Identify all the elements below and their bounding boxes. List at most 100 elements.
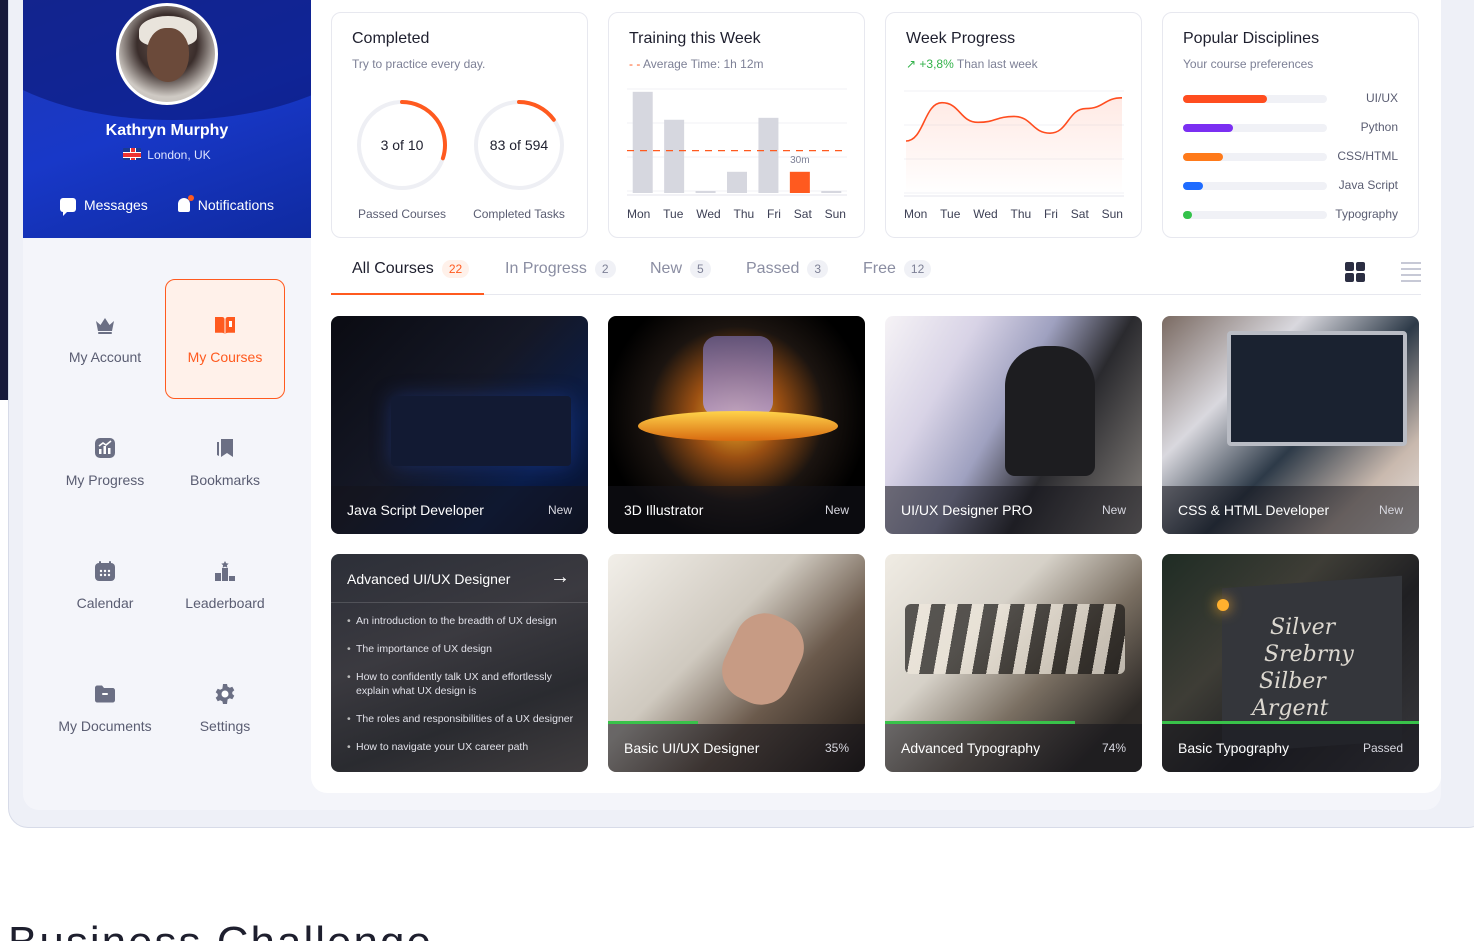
course-title: CSS & HTML Developer	[1178, 502, 1330, 518]
course-outline: An introduction to the breadth of UX des…	[347, 614, 574, 768]
tab-label: In Progress	[505, 260, 587, 277]
notifications-link[interactable]: Notifications	[177, 195, 274, 213]
day-label: Tue	[663, 207, 684, 221]
tab-in-progress[interactable]: In Progress 2	[505, 260, 616, 278]
divider	[331, 602, 588, 603]
app-window: Kathryn Murphy London, UK Messages Notif…	[23, 0, 1441, 810]
messages-label: Messages	[83, 197, 148, 213]
completed-card: Completed Try to practice every day. 3 o…	[331, 12, 588, 238]
day-label: Fri	[766, 207, 781, 221]
day-label: Sat	[793, 207, 812, 221]
average-text: Average Time: 1h 12m	[643, 57, 764, 71]
tab-all-courses[interactable]: All Courses 22	[352, 260, 470, 278]
message-icon	[59, 198, 76, 216]
day-label: Fri	[1043, 207, 1058, 221]
discipline-track	[1183, 211, 1327, 219]
card-subtitle: - - Average Time: 1h 12m	[629, 57, 764, 71]
menu-item-calendar[interactable]: Calendar	[45, 525, 165, 645]
messages-link[interactable]: Messages	[59, 197, 148, 216]
day-label: Mon	[904, 207, 928, 221]
profile-panel: Kathryn Murphy London, UK Messages Notif…	[23, 0, 311, 238]
course-card[interactable]: Basic UI/UX Designer 35%	[608, 554, 865, 772]
delta-text: Than last week	[956, 57, 1038, 71]
average-dash-icon: - -	[629, 57, 643, 71]
course-tabs: All Courses 22 In Progress 2 New 5 Passed 3 …	[331, 252, 1421, 295]
typography-letters-image	[905, 604, 1125, 674]
day-label: Thu	[1010, 207, 1032, 221]
course-tag: New	[1378, 503, 1403, 517]
outline-item: The importance of UX design	[347, 642, 574, 656]
avatar[interactable]	[116, 3, 218, 105]
tab-label: New	[650, 260, 683, 277]
discipline-label: Java Script	[1338, 178, 1398, 192]
discipline-fill	[1183, 153, 1224, 161]
menu-item-my-courses[interactable]: My Courses	[165, 279, 285, 399]
course-card[interactable]: CSS & HTML Developer New	[1162, 316, 1419, 534]
menu-label: My Account	[68, 349, 142, 365]
menu-item-bookmarks[interactable]: Bookmarks	[165, 402, 285, 522]
discipline-row[interactable]: Java Script	[1183, 178, 1398, 193]
tab-count: 12	[903, 260, 932, 278]
outline-item: An introduction to the breadth of UX des…	[347, 614, 574, 628]
day-label: Sun	[1101, 207, 1123, 221]
course-card[interactable]: Java Script Developer New	[331, 316, 588, 534]
sidebar-menu: My Account My Courses My Progress Bookma…	[45, 279, 315, 771]
profile-name: Kathryn Murphy	[105, 122, 229, 139]
menu-item-leaderboard[interactable]: Leaderboard	[165, 525, 285, 645]
profile-links: Messages Notifications	[23, 195, 311, 216]
discipline-label: UI/UX	[1365, 91, 1398, 105]
discipline-row[interactable]: UI/UX	[1183, 91, 1398, 106]
menu-item-my-documents[interactable]: My Documents	[45, 648, 165, 768]
training-card: Training this Week - - Average Time: 1h …	[608, 12, 865, 238]
poster-word: Srebrny	[1264, 642, 1354, 667]
day-label: Wed	[696, 207, 721, 221]
bar	[632, 91, 653, 193]
main-content: Completed Try to practice every day. 3 o…	[311, 0, 1441, 793]
disciplines-card: Popular Disciplines Your course preferen…	[1162, 12, 1419, 238]
course-tag: 74%	[1101, 741, 1126, 755]
course-tag: 35%	[824, 741, 849, 755]
course-card-expanded[interactable]: Advanced UI/UX Designer → An introductio…	[331, 554, 588, 772]
menu-label: Leaderboard	[185, 595, 265, 611]
menu-item-settings[interactable]: Settings	[165, 648, 285, 768]
discipline-row[interactable]: CSS/HTML	[1183, 149, 1398, 164]
menu-label: My Progress	[65, 472, 145, 488]
course-title: Advanced Typography	[901, 740, 1041, 756]
discipline-row[interactable]: Typography	[1183, 207, 1398, 222]
headphones-image	[1005, 346, 1095, 476]
week-progress-card: Week Progress ↗ +3,8% Than last week Mon…	[885, 12, 1142, 238]
tab-passed[interactable]: Passed 3	[746, 260, 829, 278]
bell-icon	[177, 195, 194, 212]
avatar-face	[147, 28, 189, 82]
ring-label: 83 of 594	[489, 137, 549, 153]
course-card[interactable]: Advanced Typography 74%	[885, 554, 1142, 772]
discipline-track	[1183, 124, 1327, 132]
discipline-fill	[1183, 95, 1267, 103]
menu-label: Bookmarks	[189, 472, 261, 488]
course-card[interactable]: UI/UX Designer PRO New	[885, 316, 1142, 534]
discipline-fill	[1183, 182, 1204, 190]
grid-view-icon[interactable]	[1345, 262, 1365, 282]
list-view-icon[interactable]	[1401, 262, 1421, 282]
day-label: Sat	[1070, 207, 1089, 221]
outline-item: The roles and responsibilities of a UX d…	[347, 712, 574, 726]
chart-icon	[95, 438, 115, 458]
discipline-row[interactable]: Python	[1183, 120, 1398, 135]
crown-icon	[96, 318, 114, 334]
course-card[interactable]: 3D Illustrator New	[608, 316, 865, 534]
day-label: Tue	[940, 207, 961, 221]
tab-label: Passed	[746, 260, 800, 277]
course-title: Basic Typography	[1178, 740, 1290, 756]
training-bar-chart: 30m	[627, 88, 847, 196]
menu-item-my-account[interactable]: My Account	[45, 279, 165, 399]
poster-word: Silber	[1259, 669, 1326, 694]
outline-item: How to confidently talk UX and effortles…	[347, 670, 574, 698]
tab-new[interactable]: New 5	[650, 260, 711, 278]
arrow-right-icon[interactable]: →	[550, 566, 570, 589]
poster-word: Silver	[1270, 615, 1336, 640]
week-progress-line-chart	[904, 90, 1124, 197]
tab-free[interactable]: Free 12	[863, 260, 932, 278]
course-card[interactable]: Silver Srebrny Silber Argent Basic Typog…	[1162, 554, 1419, 772]
tab-label: Free	[863, 260, 896, 277]
menu-item-my-progress[interactable]: My Progress	[45, 402, 165, 522]
